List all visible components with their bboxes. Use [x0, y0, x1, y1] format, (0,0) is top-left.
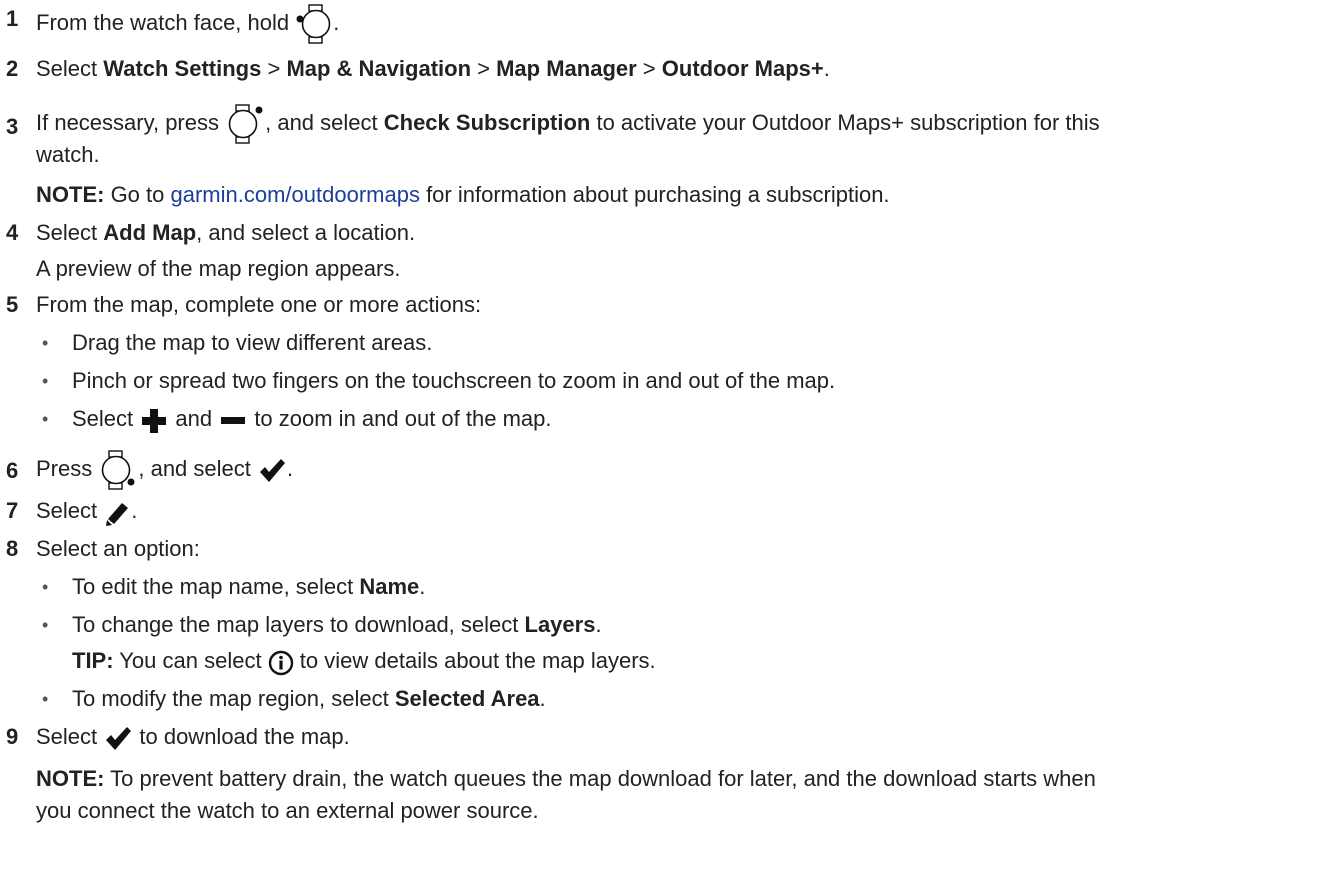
pencil-icon — [103, 497, 131, 527]
check-subscription-label: Check Subscription — [383, 109, 591, 135]
checkmark-icon — [257, 455, 287, 485]
menu-map-navigation: Map & Navigation — [286, 56, 472, 81]
menu-watch-settings: Watch Settings — [103, 56, 262, 81]
step-number: 1 — [6, 6, 19, 31]
step-number: 6 — [6, 458, 19, 483]
menu-map-manager: Map Manager — [496, 56, 637, 81]
step-number: 7 — [6, 498, 19, 523]
note-label: NOTE: — [36, 766, 105, 791]
bullet: • — [42, 689, 49, 709]
watch-button-upper-right-icon — [225, 104, 265, 144]
add-map-label: Add Map — [103, 220, 197, 245]
bullet: • — [42, 615, 49, 635]
tip-label: TIP: — [72, 648, 114, 673]
bullet: • — [42, 371, 49, 391]
step-number: 5 — [6, 292, 19, 317]
minus-icon — [218, 405, 248, 435]
selected-area-option-label: Selected Area — [394, 686, 540, 711]
info-icon — [268, 647, 294, 677]
bullet: • — [42, 409, 49, 429]
step-text: From the watch face, hold — [36, 9, 296, 35]
layers-option-label: Layers — [524, 612, 596, 637]
menu-outdoor-maps-plus: Outdoor Maps+ — [661, 56, 824, 81]
bullet: • — [42, 577, 49, 597]
step-number: 8 — [6, 536, 19, 561]
step-number: 9 — [6, 724, 19, 749]
watch-button-upper-left-icon — [295, 4, 333, 44]
name-option-label: Name — [359, 574, 420, 599]
plus-icon — [139, 405, 169, 435]
note-label: NOTE: — [36, 182, 105, 207]
step-number: 3 — [6, 114, 19, 139]
step-number: 2 — [6, 56, 19, 81]
checkmark-icon — [103, 723, 133, 753]
watch-button-lower-right-icon — [98, 450, 138, 490]
bullet: • — [42, 333, 49, 353]
garmin-outdoormaps-link[interactable]: garmin.com/outdoormaps — [171, 182, 420, 207]
step-number: 4 — [6, 220, 19, 245]
